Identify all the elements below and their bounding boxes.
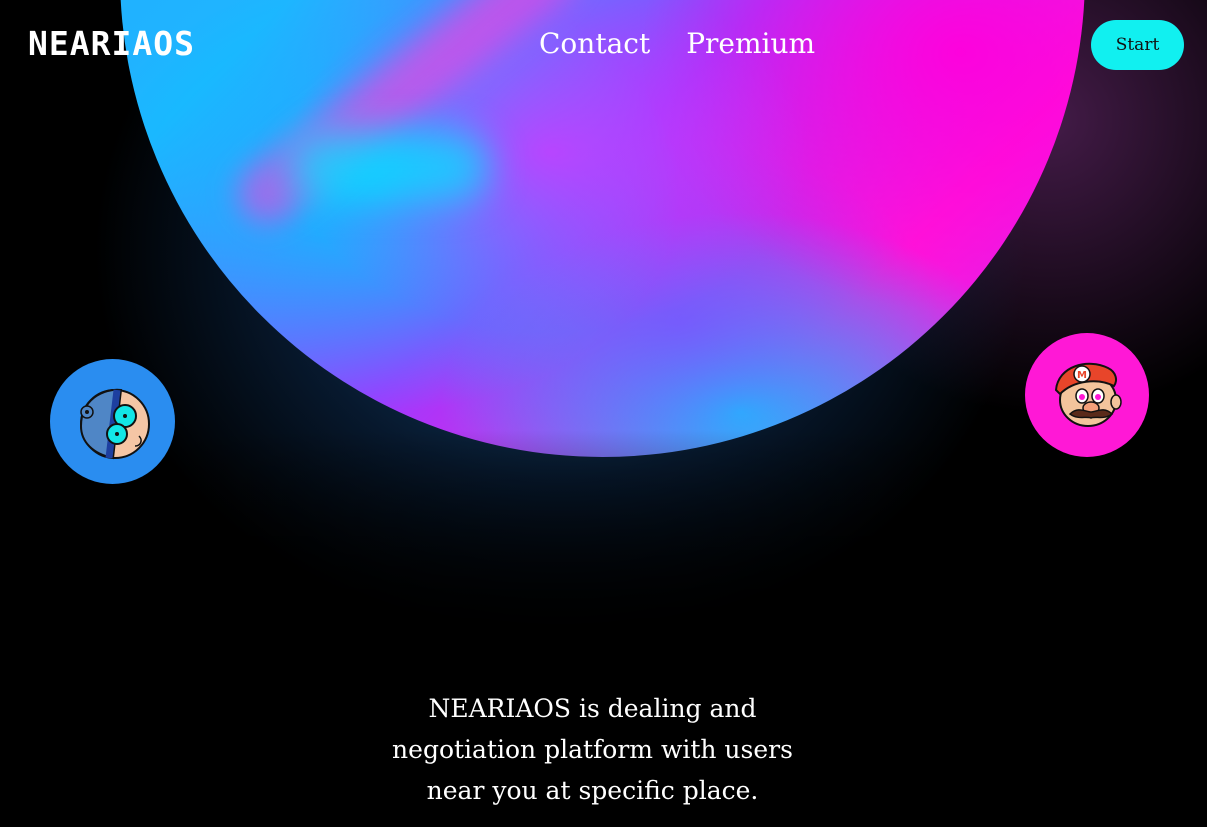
hero-section: M bbox=[0, 0, 1207, 655]
svg-text:M: M bbox=[1077, 370, 1087, 381]
beanie-kid-avatar bbox=[50, 359, 175, 484]
mustache-plumber-avatar-icon: M bbox=[1054, 362, 1122, 427]
orb-glow bbox=[290, 132, 490, 202]
plumber-avatar: M bbox=[1025, 333, 1149, 457]
nav-link-contact[interactable]: Contact bbox=[539, 26, 650, 62]
beanie-kid-avatar-icon bbox=[79, 388, 150, 459]
start-button[interactable]: Start bbox=[1091, 20, 1184, 70]
gradient-orb bbox=[120, 0, 1085, 457]
platform-description: NEARIAOS is dealing and negotiation plat… bbox=[392, 694, 793, 805]
landing-page: M NEARIAOS Contact Premium Start NEARIAO… bbox=[0, 0, 1207, 827]
brand-logo[interactable]: NEARIAOS bbox=[28, 26, 195, 62]
main-nav: Contact Premium bbox=[539, 26, 815, 62]
hero-fade bbox=[0, 430, 1207, 655]
nav-link-premium[interactable]: Premium bbox=[686, 26, 815, 62]
